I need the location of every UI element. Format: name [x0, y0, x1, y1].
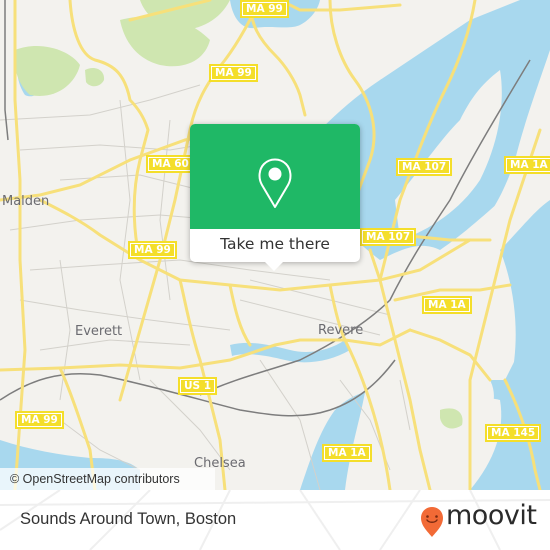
- place-label-revere: Revere: [318, 323, 364, 338]
- popup-pointer: [264, 261, 284, 271]
- road-shield-ma1a: MA 1A: [504, 156, 550, 174]
- location-pin-icon: [258, 158, 292, 208]
- road-shield-ma145: MA 145: [485, 424, 542, 442]
- place-label-malden: Malden: [2, 194, 50, 209]
- moovit-pin-icon: [421, 507, 443, 537]
- road-shield-ma107: MA 107: [396, 158, 453, 176]
- popup-header: [190, 124, 360, 229]
- road-shield-ma99: MA 99: [15, 411, 64, 429]
- road-shield-ma99: MA 99: [128, 241, 177, 259]
- destination-popup[interactable]: Take me there: [190, 124, 360, 271]
- road-shield-ma107: MA 107: [360, 228, 417, 246]
- road-shield-us1: US 1: [178, 377, 218, 395]
- moovit-wordmark: moovit: [446, 500, 537, 531]
- place-label-everett: Everett: [75, 324, 123, 339]
- road-shield-ma99: MA 99: [240, 0, 289, 18]
- water-river-south: [300, 392, 365, 490]
- road-shield-ma1a: MA 1A: [322, 444, 372, 462]
- road-shield-ma99: MA 99: [209, 64, 258, 82]
- place-name: Sounds Around Town, Boston: [20, 510, 237, 528]
- park-small-1: [85, 68, 105, 87]
- road-shield-ma60: MA 60: [146, 155, 195, 173]
- park-fells-west: [14, 45, 81, 96]
- map-view[interactable]: Malden Everett Revere Chelsea MA 99 MA 9…: [0, 0, 550, 490]
- moovit-logo[interactable]: moovit: [420, 500, 545, 538]
- take-me-there-button[interactable]: Take me there: [190, 229, 360, 262]
- map-attribution[interactable]: © OpenStreetMap contributors: [0, 468, 215, 490]
- footer-bar: Sounds Around Town, Boston moovit: [0, 490, 550, 550]
- road-shield-ma1a: MA 1A: [422, 296, 472, 314]
